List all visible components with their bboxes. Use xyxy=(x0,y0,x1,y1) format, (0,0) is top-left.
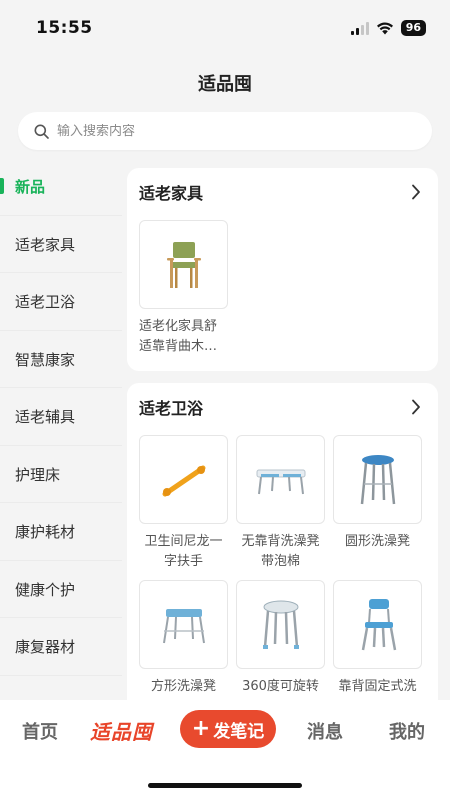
category-sidebar: 新品 适老家具 适老卫浴 智慧康家 适老辅具 护理床 康护耗材 健康个护 康复器… xyxy=(0,158,122,698)
sidebar-item-personal-care[interactable]: 健康个护 xyxy=(0,561,122,619)
sidebar-item-rehab[interactable]: 康复器材 xyxy=(0,618,122,676)
product-image-grab-bar xyxy=(139,435,228,524)
active-indicator xyxy=(0,178,4,194)
product-grid: 适老化家具舒适靠背曲木… xyxy=(139,220,426,357)
product-item[interactable]: 无靠背洗澡凳带泡棉 xyxy=(236,435,325,572)
sidebar-item-aids[interactable]: 适老辅具 xyxy=(0,388,122,446)
product-image-bench xyxy=(236,435,325,524)
post-note-label: 发笔记 xyxy=(213,721,265,742)
product-name: 360度可旋转 xyxy=(242,679,319,694)
plus-icon: + xyxy=(191,716,211,741)
product-item[interactable]: 方形洗澡凳 xyxy=(139,580,228,700)
page-title: 适品囤 xyxy=(198,74,252,95)
sidebar-item-smart-home[interactable]: 智慧康家 xyxy=(0,331,122,389)
sidebar-item-label: 健康个护 xyxy=(15,580,76,599)
wifi-icon xyxy=(376,22,393,34)
product-grid: 卫生间尼龙一字扶手 无靠背洗澡凳带泡棉 圆形洗澡凳 方形洗澡凳 360度可旋转 … xyxy=(139,435,426,700)
sidebar-item-label: 适老辅具 xyxy=(15,408,76,427)
section-title: 适老家具 xyxy=(139,184,204,203)
nav-mine[interactable]: 我的 xyxy=(389,718,425,744)
product-item[interactable]: 360度可旋转 xyxy=(236,580,325,700)
product-item[interactable]: 适老化家具舒适靠背曲木… xyxy=(139,220,228,357)
product-name: 方形洗澡凳 xyxy=(150,679,216,694)
product-name: 靠背固定式洗 xyxy=(338,679,417,694)
sidebar-item-label: 康护耗材 xyxy=(15,523,76,542)
status-bar: 15:55 96 xyxy=(0,0,450,56)
sidebar-item-label: 护理床 xyxy=(15,465,61,484)
product-item[interactable]: 圆形洗澡凳 xyxy=(333,435,422,572)
product-name: 卫生间尼龙一字扶手 xyxy=(144,534,223,569)
chevron-right-icon[interactable] xyxy=(406,397,426,417)
status-icons: 96 xyxy=(350,20,426,36)
sidebar-item-consumables[interactable]: 康护耗材 xyxy=(0,503,122,561)
product-image-square-stool xyxy=(139,580,228,669)
product-image-rotating-stool xyxy=(236,580,325,669)
nav-home[interactable]: 首页 xyxy=(22,718,58,744)
product-item[interactable]: 靠背固定式洗 xyxy=(333,580,422,700)
product-image-chair xyxy=(139,220,228,309)
chevron-right-icon[interactable] xyxy=(406,182,426,202)
product-name: 圆形洗澡凳 xyxy=(344,534,410,549)
section-card-bathroom: 适老卫浴 卫生间尼龙一字扶手 无靠背洗澡凳带泡棉 圆形洗澡凳 方形洗澡凳 360… xyxy=(127,383,438,700)
status-time: 15:55 xyxy=(36,18,93,38)
product-content: 适老家具 适老化家具舒适靠背曲木… 适老卫浴 卫生间尼龙一字扶手 无靠背洗澡凳带… xyxy=(127,168,438,700)
product-name: 无靠背洗澡凳带泡棉 xyxy=(241,534,320,569)
sidebar-item-nursing-bed[interactable]: 护理床 xyxy=(0,446,122,504)
sidebar-item-furniture[interactable]: 适老家具 xyxy=(0,216,122,274)
sidebar-item-label: 适老卫浴 xyxy=(15,293,76,312)
nav-brand-shop[interactable]: 适品囤 xyxy=(90,716,153,745)
product-image-backrest-stool xyxy=(333,580,422,669)
sidebar-item-label: 康复器材 xyxy=(15,638,76,657)
battery-indicator: 96 xyxy=(400,20,426,36)
sidebar-item-new[interactable]: 新品 xyxy=(0,158,122,216)
section-header[interactable]: 适老卫浴 xyxy=(139,395,426,419)
sidebar-item-bathroom[interactable]: 适老卫浴 xyxy=(0,273,122,331)
section-header[interactable]: 适老家具 xyxy=(139,180,426,204)
sidebar-item-label: 智慧康家 xyxy=(15,350,76,369)
signal-icon xyxy=(350,21,369,35)
post-note-button[interactable]: + 发笔记 xyxy=(180,710,276,748)
product-name: 适老化家具舒适靠背曲木… xyxy=(139,319,218,354)
sidebar-item-label: 新品 xyxy=(15,178,46,197)
section-card-furniture: 适老家具 适老化家具舒适靠背曲木… xyxy=(127,168,438,371)
search-bar[interactable] xyxy=(18,112,432,150)
search-input[interactable] xyxy=(57,123,397,139)
section-title: 适老卫浴 xyxy=(139,399,204,418)
product-image-round-stool xyxy=(333,435,422,524)
product-item[interactable]: 卫生间尼龙一字扶手 xyxy=(139,435,228,572)
nav-messages[interactable]: 消息 xyxy=(307,718,343,744)
bottom-nav: 首页 适品囤 + 发笔记 消息 我的 xyxy=(0,700,450,800)
sidebar-item-label: 适老家具 xyxy=(15,235,76,254)
search-icon xyxy=(34,124,49,139)
home-indicator xyxy=(148,783,302,788)
